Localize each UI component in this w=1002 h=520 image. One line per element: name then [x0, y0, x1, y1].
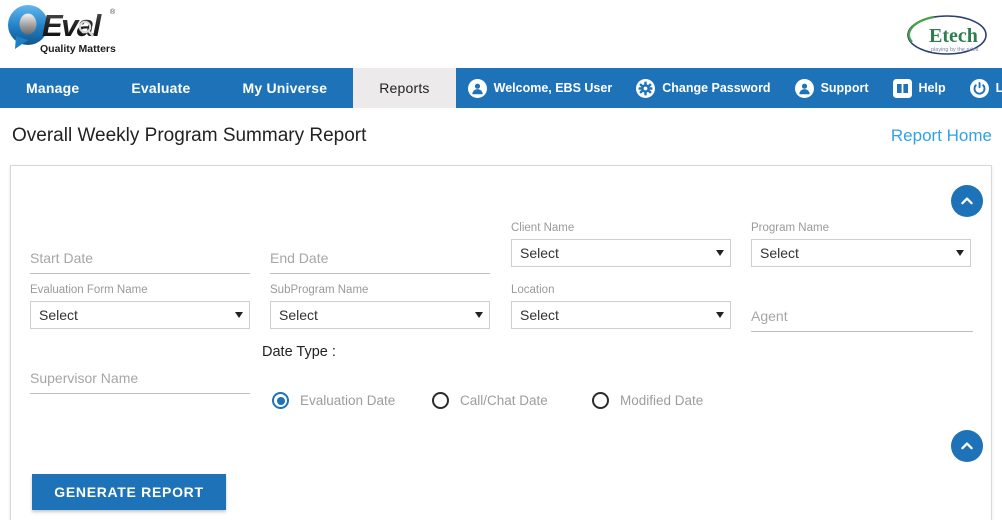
start-date-field [30, 228, 250, 274]
scroll-top-button-upper[interactable] [951, 185, 983, 217]
welcome-user-label: Welcome, EBS User [493, 81, 613, 95]
change-password-label: Change Password [662, 81, 771, 95]
report-home-link[interactable]: Report Home [891, 126, 992, 146]
client-name-field: Client Name Select [511, 221, 731, 267]
client-name-label: Client Name [511, 222, 575, 234]
support-label: Support [820, 81, 869, 95]
radio-label: Evaluation Date [300, 393, 396, 408]
nav-tab-evaluate[interactable]: Evaluate [105, 68, 216, 108]
subprogram-name-label: SubProgram Name [270, 284, 369, 296]
user-circle-icon [467, 78, 487, 98]
support-button[interactable]: Support [783, 78, 881, 98]
report-filter-panel [10, 165, 992, 520]
help-button[interactable]: Help [881, 78, 958, 98]
etech-logo: Etech playing by the rules [904, 12, 990, 58]
program-name-value: Select [760, 245, 799, 261]
svg-text:®: ® [110, 8, 116, 16]
help-label: Help [918, 81, 946, 95]
radio-evaluation-date[interactable]: Evaluation Date [272, 392, 432, 409]
nav-tab-label: Reports [379, 80, 430, 96]
supervisor-name-field [30, 366, 250, 394]
welcome-user[interactable]: Welcome, EBS User [456, 78, 625, 98]
chevron-up-icon [959, 438, 975, 454]
chevron-up-icon [959, 193, 975, 209]
end-date-input[interactable] [270, 246, 490, 274]
evaluation-form-name-field: Evaluation Form Name Select [30, 283, 250, 329]
agent-input[interactable] [751, 304, 973, 332]
evaluation-form-name-select[interactable]: Select [30, 301, 250, 329]
radio-mark-icon [592, 392, 609, 409]
svg-text:Etech: Etech [929, 25, 978, 47]
date-type-label: Date Type : [262, 344, 336, 360]
subprogram-name-select[interactable]: Select [270, 301, 490, 329]
book-icon [892, 78, 912, 98]
main-navigation: Manage Evaluate My Universe Reports Welc… [0, 68, 1002, 108]
change-password-button[interactable]: Change Password [624, 78, 782, 98]
client-name-select[interactable]: Select [511, 239, 731, 267]
logout-label: Logout [995, 81, 1002, 95]
nav-tab-label: Manage [26, 80, 80, 96]
radio-mark-icon [432, 392, 449, 409]
nav-tab-label: Evaluate [131, 80, 191, 96]
user-circle-icon [794, 78, 814, 98]
radio-label: Modified Date [620, 393, 704, 408]
radio-modified-date[interactable]: Modified Date [592, 392, 703, 409]
client-name-value: Select [520, 245, 559, 261]
page-title: Overall Weekly Program Summary Report [12, 125, 367, 146]
app-root: Eval ® Quality Matters Etech playing by … [0, 0, 1002, 520]
nav-tab-label: My Universe [242, 80, 328, 96]
supervisor-name-input[interactable] [30, 366, 250, 394]
scroll-top-button-lower[interactable] [951, 430, 983, 462]
header-bar: Eval ® Quality Matters Etech playing by … [0, 0, 1002, 68]
end-date-field [270, 228, 490, 274]
evaluation-form-name-value: Select [39, 307, 78, 323]
radio-label: Call/Chat Date [460, 393, 548, 408]
radio-call-chat-date[interactable]: Call/Chat Date [432, 392, 592, 409]
logout-button[interactable]: Logout [958, 78, 1002, 98]
svg-text:Quality Matters: Quality Matters [40, 43, 116, 55]
generate-report-button[interactable]: GENERATE REPORT [32, 474, 226, 510]
radio-mark-icon [272, 392, 289, 409]
location-field: Location Select [511, 283, 731, 329]
nav-tab-manage[interactable]: Manage [0, 68, 105, 108]
page-header: Overall Weekly Program Summary Report Re… [0, 108, 1002, 165]
nav-tab-my-universe[interactable]: My Universe [217, 68, 354, 108]
location-select[interactable]: Select [511, 301, 731, 329]
location-label: Location [511, 284, 555, 296]
nav-tab-reports[interactable]: Reports [353, 68, 456, 108]
gear-icon [636, 78, 656, 98]
date-type-radio-group: Evaluation Date Call/Chat Date Modified … [272, 392, 703, 409]
svg-text:Eval: Eval [42, 8, 103, 43]
start-date-input[interactable] [30, 246, 250, 274]
program-name-select[interactable]: Select [751, 239, 971, 267]
program-name-label: Program Name [751, 222, 829, 234]
program-name-field: Program Name Select [751, 221, 971, 267]
subprogram-name-field: SubProgram Name Select [270, 283, 490, 329]
power-icon [969, 78, 989, 98]
subprogram-name-value: Select [279, 307, 318, 323]
nav-actions: Welcome, EBS User Change Password Suppor… [456, 68, 1002, 108]
nav-tabs: Manage Evaluate My Universe Reports [0, 68, 456, 108]
svg-text:playing by the rules: playing by the rules [931, 47, 979, 53]
agent-field [751, 304, 973, 332]
qeval-logo: Eval ® Quality Matters [6, 4, 118, 62]
location-value: Select [520, 307, 559, 323]
evaluation-form-name-label: Evaluation Form Name [30, 284, 148, 296]
